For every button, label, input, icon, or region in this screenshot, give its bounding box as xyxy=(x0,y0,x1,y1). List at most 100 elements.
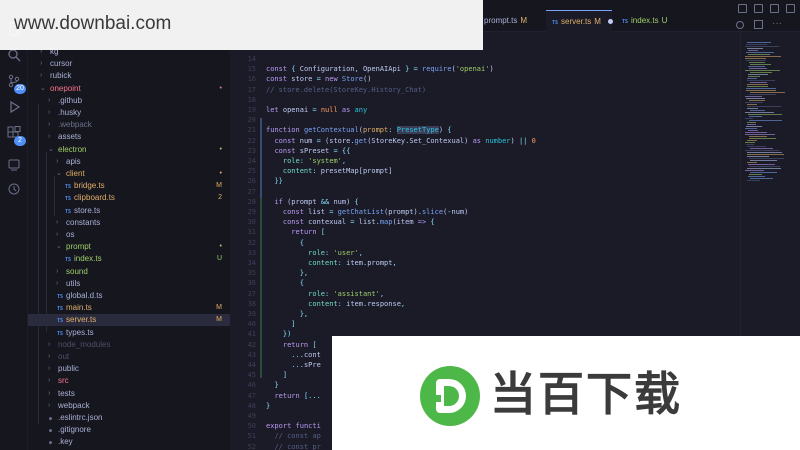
tree-file[interactable]: ● .eslintrc.json xyxy=(28,412,230,424)
tree-folder[interactable]: › .webpack xyxy=(28,119,230,131)
git-status: U xyxy=(216,255,222,263)
tree-folder[interactable]: › out xyxy=(28,351,230,363)
minimap-line xyxy=(750,110,765,111)
line-number: 27 xyxy=(247,187,256,196)
chevron-right-icon: › xyxy=(56,279,59,287)
history-icon[interactable] xyxy=(5,182,23,200)
line-number: 32 xyxy=(247,238,256,247)
more-actions-icon[interactable]: ··· xyxy=(772,18,782,29)
code-line: 29 const list = getChatList(prompt).slic… xyxy=(230,207,740,217)
file-icon: ● xyxy=(49,428,53,435)
tree-folder[interactable]: › os xyxy=(28,229,230,241)
tree-folder[interactable]: › public xyxy=(28,363,230,375)
code-line: 21 function getContextual(prompt: PresetT… xyxy=(230,125,740,135)
tree-item-label: main.ts xyxy=(66,303,92,313)
minimap-line xyxy=(747,104,757,105)
chevron-right-icon: › xyxy=(56,157,59,165)
code-text: function getContextual(prompt: PresetTyp… xyxy=(266,126,452,135)
code-line: 40 ] xyxy=(230,319,740,329)
tree-file[interactable]: TS types.ts xyxy=(28,327,230,339)
line-number: 24 xyxy=(247,157,256,165)
tree-folder[interactable]: › .husky xyxy=(28,107,230,119)
minimap-line xyxy=(747,124,756,125)
line-number: 34 xyxy=(247,259,256,267)
minimap-line xyxy=(748,114,782,115)
tree-file[interactable]: TS store.ts xyxy=(28,205,230,217)
minimap-line xyxy=(745,46,779,47)
minimap-line xyxy=(750,160,777,161)
tree-file[interactable]: ● .gitignore xyxy=(28,424,230,436)
tree-file[interactable]: ● .key xyxy=(28,436,230,448)
code-text: return [ xyxy=(291,228,326,237)
code-text: }, xyxy=(299,269,309,278)
layout-panel-icon[interactable] xyxy=(754,4,763,13)
tree-file[interactable]: TS global.d.ts xyxy=(28,290,230,302)
tree-folder[interactable]: › tests xyxy=(28,388,230,400)
code-line: 30 const contexual = list.map(item => { xyxy=(230,217,740,227)
minimap-line xyxy=(745,132,767,133)
tree-folder[interactable]: › cursor xyxy=(28,58,230,70)
code-line: 34 content: item.prompt, xyxy=(230,258,740,268)
tree-folder[interactable]: ⌄ client • xyxy=(28,168,230,180)
minimap-line xyxy=(745,134,775,135)
tree-folder[interactable]: › sound xyxy=(28,266,230,278)
minimap-line xyxy=(749,158,784,159)
code-text: return [ xyxy=(282,340,317,349)
line-number: 16 xyxy=(247,75,256,84)
chevron-right-icon: › xyxy=(48,389,51,397)
tree-folder[interactable]: › src xyxy=(28,375,230,387)
code-text: ] xyxy=(291,320,296,329)
tree-file[interactable]: TS clipboard.ts 2 xyxy=(28,192,230,204)
git-status: • xyxy=(219,170,222,177)
split-icon[interactable] xyxy=(754,20,763,29)
tree-folder[interactable]: › assets xyxy=(28,131,230,143)
run-debug-icon[interactable] xyxy=(5,100,23,118)
tree-folder[interactable]: ⌄ electron • xyxy=(28,144,230,156)
tree-file[interactable]: TS server.ts M xyxy=(28,314,230,327)
minimap-line xyxy=(748,50,758,51)
tab-prompt-ts[interactable]: prompt.ts M xyxy=(480,10,542,32)
minimap-line xyxy=(748,54,770,55)
tree-folder[interactable]: › webpack xyxy=(28,400,230,412)
git-compare-icon[interactable] xyxy=(736,21,744,29)
tree-file[interactable]: TS main.ts M xyxy=(28,302,230,314)
code-line: 23 const sPreset = {{ xyxy=(230,146,740,156)
tree-item-label: src xyxy=(58,376,69,386)
extensions-icon[interactable]: 2 xyxy=(5,126,26,146)
remote-icon[interactable] xyxy=(5,158,23,176)
tab-index-ts[interactable]: TS index.ts U xyxy=(616,10,678,32)
code-text: { xyxy=(299,238,304,247)
line-number: 22 xyxy=(247,136,256,145)
code-text: const contexual = list.map(item => { xyxy=(282,218,435,227)
line-number: 41 xyxy=(247,330,256,339)
minimap-line xyxy=(748,176,765,177)
tree-folder[interactable]: › constants xyxy=(28,217,230,229)
chevron-right-icon: › xyxy=(48,133,51,141)
tree-folder[interactable]: ⌄ onepoint • xyxy=(28,83,230,95)
tree-folder[interactable]: › rubick xyxy=(28,70,230,82)
tree-folder[interactable]: › node_modules xyxy=(28,339,230,351)
tree-file[interactable]: TS index.ts U xyxy=(28,253,230,265)
tab-label: prompt.ts xyxy=(484,16,518,25)
tree-folder[interactable]: › .github xyxy=(28,95,230,107)
tree-file[interactable]: TS bridge.ts M xyxy=(28,180,230,192)
line-number: 29 xyxy=(247,208,256,216)
minimap-line xyxy=(745,70,780,71)
tree-folder[interactable]: › apis xyxy=(28,156,230,168)
tree-item-label: store.ts xyxy=(74,205,101,215)
tab-server-ts[interactable]: TS server.ts M xyxy=(546,10,614,32)
search-icon[interactable] xyxy=(5,48,23,66)
git-status: M xyxy=(216,304,222,312)
code-text: ...cont xyxy=(291,350,321,359)
split-editor-icon[interactable] xyxy=(738,4,747,13)
source-control-icon[interactable]: 20 xyxy=(5,74,26,94)
tree-folder[interactable]: ⌄ prompt • xyxy=(28,241,230,253)
code-line: 22 const num = (store.get(StoreKey.Set_C… xyxy=(230,136,740,146)
minimap-line xyxy=(749,62,765,63)
tree-folder[interactable]: › utils xyxy=(28,278,230,290)
git-status: • xyxy=(219,145,222,153)
tree-item-label: os xyxy=(66,230,75,239)
unsaved-dot-icon[interactable] xyxy=(608,19,614,25)
customize-layout-icon[interactable] xyxy=(786,4,795,13)
layout-sidebar-icon[interactable] xyxy=(770,4,779,13)
